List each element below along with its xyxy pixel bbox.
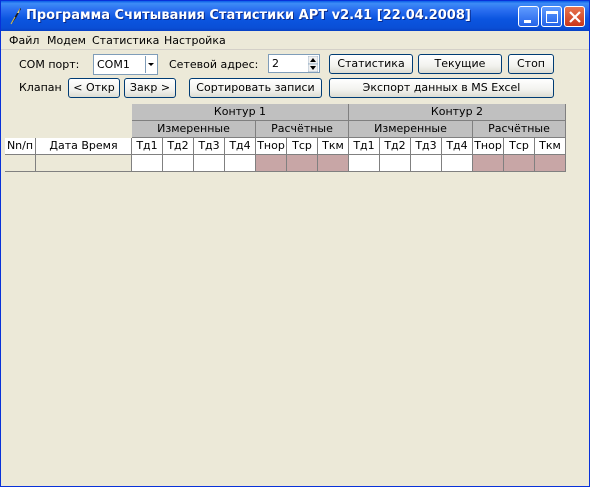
contour-1-calculated-header-3: Ткм — [318, 138, 349, 155]
menu-file[interactable]: Файл — [9, 34, 39, 47]
title-bar[interactable]: Программа Считывания Статистики АРТ v2.4… — [1, 1, 589, 31]
stop-button[interactable]: Стоп — [508, 54, 554, 74]
close-icon — [569, 11, 581, 23]
contour-1-measured-header-1: Тд1 — [132, 138, 163, 155]
valve-label: Клапан — [19, 81, 62, 94]
data-table: Контур 1 Контур 2 Измеренные Расчётные Измер… — [5, 104, 589, 484]
table-row-calculated-cell — [473, 155, 504, 172]
table-row-measured-cell — [163, 155, 194, 172]
minimize-icon — [524, 20, 531, 23]
contour-1-calculated-header: Расчётные — [256, 121, 349, 138]
column-header-number: Nn/п — [5, 138, 36, 155]
contour-1-header: Контур 1 — [132, 104, 349, 121]
contour-1-calculated-header-1: Тнор — [256, 138, 287, 155]
table-row-measured-cell — [225, 155, 256, 172]
contour-2-calculated-header-1: Тнор — [473, 138, 504, 155]
chevron-down-icon[interactable] — [145, 56, 156, 73]
current-button[interactable]: Текущие — [418, 54, 502, 74]
contour-1-measured-header: Измеренные — [132, 121, 256, 138]
table-row-calculated-cell — [256, 155, 287, 172]
statistics-button[interactable]: Статистика — [329, 54, 413, 74]
table-row-calculated-cell — [504, 155, 535, 172]
valve-open-button[interactable]: < Откр — [68, 78, 120, 98]
close-window-button[interactable] — [564, 6, 585, 27]
contour-2-measured-header-4: Тд4 — [442, 138, 473, 155]
sort-records-button[interactable]: Сортировать записи — [189, 78, 322, 98]
table-row-number-cell — [5, 155, 36, 172]
net-address-spinner[interactable]: 2 — [268, 54, 320, 73]
table-row-calculated-cell — [287, 155, 318, 172]
contour-2-calculated-header-3: Ткм — [535, 138, 566, 155]
valve-close-button[interactable]: Закр > — [124, 78, 176, 98]
menu-separator — [1, 49, 589, 50]
com-port-label: COM порт: — [19, 58, 80, 71]
contour-1-measured-header-4: Тд4 — [225, 138, 256, 155]
table-row-measured-cell — [442, 155, 473, 172]
export-excel-button[interactable]: Экспорт данных в MS Excel — [329, 78, 554, 98]
contour-2-header: Контур 2 — [349, 104, 566, 121]
contour-1-measured-header-2: Тд2 — [163, 138, 194, 155]
window-title: Программа Считывания Статистики АРТ v2.4… — [26, 8, 471, 23]
menu-statistics[interactable]: Статистика — [92, 34, 159, 47]
minimize-button[interactable] — [518, 6, 539, 27]
spin-arrows-icon[interactable] — [308, 56, 318, 72]
menu-modem[interactable]: Модем — [47, 34, 86, 47]
contour-2-measured-header-2: Тд2 — [380, 138, 411, 155]
contour-1-measured-header-3: Тд3 — [194, 138, 225, 155]
maximize-button[interactable] — [541, 6, 562, 27]
table-row-calculated-cell — [535, 155, 566, 172]
column-header-datetime: Дата Время — [36, 138, 132, 155]
contour-1-calculated-header-2: Тср — [287, 138, 318, 155]
contour-2-measured-header-3: Тд3 — [411, 138, 442, 155]
maximize-icon — [546, 11, 558, 23]
table-row-measured-cell — [194, 155, 225, 172]
com-port-value: COM1 — [97, 58, 130, 71]
contour-2-measured-header: Измеренные — [349, 121, 473, 138]
contour-2-calculated-header: Расчётные — [473, 121, 566, 138]
menu-settings[interactable]: Настройка — [164, 34, 226, 47]
table-row-calculated-cell — [318, 155, 349, 172]
net-address-value: 2 — [272, 57, 279, 70]
app-window: Программа Считывания Статистики АРТ v2.4… — [0, 0, 590, 487]
table-row-measured-cell — [132, 155, 163, 172]
table-row-measured-cell — [349, 155, 380, 172]
table-row-measured-cell — [411, 155, 442, 172]
net-address-label: Сетевой адрес: — [169, 58, 259, 71]
table-row-measured-cell — [380, 155, 411, 172]
contour-2-measured-header-1: Тд1 — [349, 138, 380, 155]
com-port-select[interactable]: COM1 — [93, 54, 158, 75]
contour-2-calculated-header-2: Тср — [504, 138, 535, 155]
feather-pen-icon — [10, 8, 21, 25]
menu-bar: Файл Модем Статистика Настройка — [1, 31, 589, 49]
table-row-datetime-cell — [36, 155, 132, 172]
